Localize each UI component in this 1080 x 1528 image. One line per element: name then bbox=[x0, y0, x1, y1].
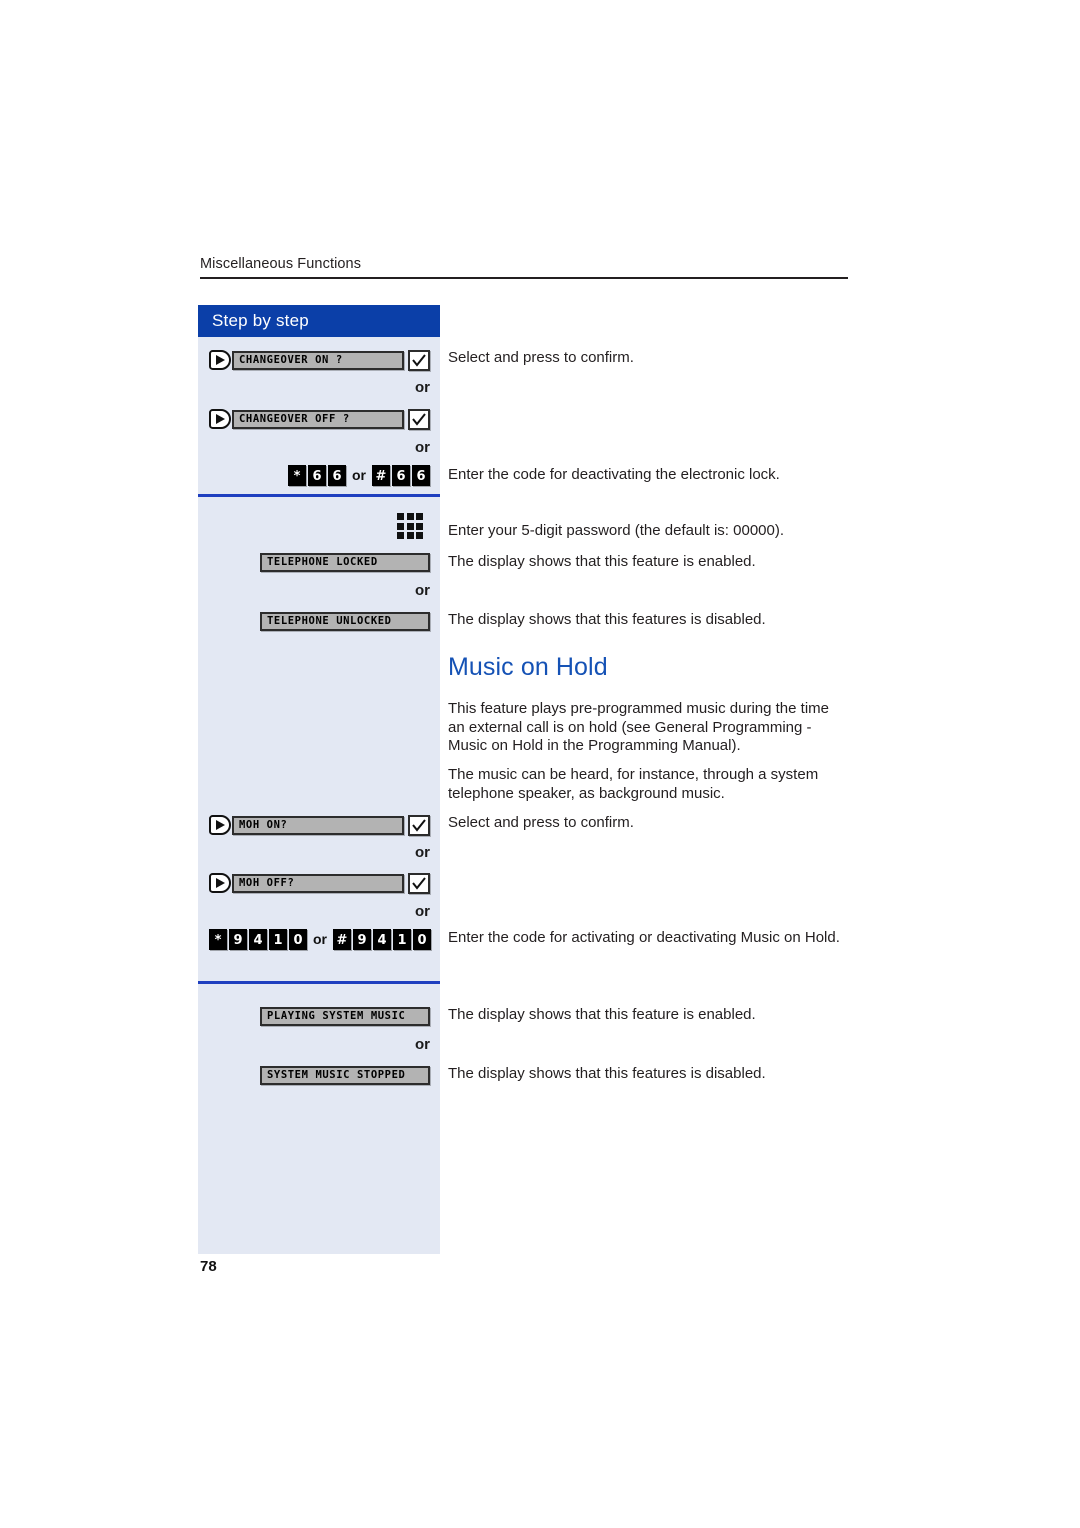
lcd-display-changeover-on: CHANGEOVER ON ? bbox=[232, 350, 404, 370]
or-connector-2: or bbox=[415, 439, 430, 456]
or-connector-6: or bbox=[415, 1036, 430, 1053]
text-stopped-note: The display shows that this features is … bbox=[448, 1065, 766, 1082]
or-connector-3: or bbox=[415, 582, 430, 599]
step-row-lock-code[interactable]: * 6 6 or # 6 6 bbox=[198, 463, 440, 487]
section-heading-music-on-hold: Music on Hold bbox=[448, 653, 608, 681]
navigation-rocker-icon[interactable] bbox=[209, 873, 231, 893]
step-row-telephone-unlocked: TELEPHONE UNLOCKED bbox=[198, 609, 440, 633]
ok-checkmark-key[interactable] bbox=[408, 814, 430, 836]
keycap-1a[interactable]: 1 bbox=[269, 928, 287, 950]
keypad-cell bbox=[406, 522, 414, 530]
lcd-display-moh-off: MOH OFF? bbox=[232, 873, 404, 893]
step-row-moh-off[interactable]: MOH OFF? bbox=[198, 870, 440, 896]
text-confirm-2: Select and press to confirm. bbox=[448, 814, 634, 831]
code-separator: or bbox=[313, 931, 327, 947]
navigation-rocker-icon[interactable] bbox=[209, 350, 231, 370]
step-by-step-title: Step by step bbox=[198, 305, 440, 337]
keypad-cell bbox=[397, 522, 404, 530]
navigation-rocker-icon[interactable] bbox=[209, 409, 231, 429]
or-connector-4: or bbox=[415, 844, 430, 861]
lcd-display-moh-on: MOH ON? bbox=[232, 815, 404, 835]
lcd-display-system-music-stopped: SYSTEM MUSIC STOPPED bbox=[260, 1065, 430, 1085]
text-confirm-1: Select and press to confirm. bbox=[448, 349, 634, 366]
text-unlocked-note: The display shows that this features is … bbox=[448, 611, 766, 628]
text-password: Enter your 5-digit password (the default… bbox=[448, 522, 785, 539]
keycap-9b[interactable]: 9 bbox=[353, 928, 371, 950]
keypad-cell bbox=[397, 532, 404, 539]
keycap-4a[interactable]: 4 bbox=[249, 928, 267, 950]
keycap-hash[interactable]: # bbox=[372, 464, 390, 486]
dial-code-moh[interactable]: * 9 4 1 0 or # 9 4 1 0 bbox=[209, 928, 431, 950]
keypad-cell bbox=[416, 532, 423, 539]
text-playing-note: The display shows that this feature is e… bbox=[448, 1006, 756, 1023]
checkmark-icon bbox=[412, 412, 426, 426]
keycap-6d[interactable]: 6 bbox=[412, 464, 430, 486]
step-row-moh-code[interactable]: * 9 4 1 0 or # 9 4 1 0 bbox=[198, 927, 440, 951]
ok-checkmark-key[interactable] bbox=[408, 408, 430, 430]
checkmark-icon bbox=[412, 353, 426, 367]
code-separator: or bbox=[352, 467, 366, 483]
page-number: 78 bbox=[200, 1258, 217, 1275]
lcd-display-playing-system-music: PLAYING SYSTEM MUSIC bbox=[260, 1006, 430, 1026]
step-row-moh-on[interactable]: MOH ON? bbox=[198, 812, 440, 838]
paragraph-moh-description: This feature plays pre-programmed music … bbox=[448, 700, 829, 754]
keypad-cell bbox=[416, 513, 423, 520]
keypad-3x3-icon[interactable] bbox=[397, 513, 423, 539]
text-moh-code: Enter the code for activating or deactiv… bbox=[448, 929, 840, 946]
step-row-changeover-on[interactable]: CHANGEOVER ON ? bbox=[198, 347, 440, 373]
keycap-0b[interactable]: 0 bbox=[413, 928, 431, 950]
keycap-6a[interactable]: 6 bbox=[308, 464, 326, 486]
section-divider-1 bbox=[198, 494, 440, 497]
or-connector-1: or bbox=[415, 379, 430, 396]
keycap-1b[interactable]: 1 bbox=[393, 928, 411, 950]
lcd-display-telephone-unlocked: TELEPHONE UNLOCKED bbox=[260, 611, 430, 631]
step-row-system-music-stopped: SYSTEM MUSIC STOPPED bbox=[198, 1063, 440, 1087]
keycap-6c[interactable]: 6 bbox=[392, 464, 410, 486]
dial-code-lock[interactable]: * 6 6 or # 6 6 bbox=[288, 464, 430, 486]
step-row-changeover-off[interactable]: CHANGEOVER OFF ? bbox=[198, 406, 440, 432]
keycap-4b[interactable]: 4 bbox=[373, 928, 391, 950]
keycap-hash[interactable]: # bbox=[333, 928, 351, 950]
step-by-step-panel: Step by step CHANGEOVER ON ? or CHANGEOV… bbox=[198, 305, 440, 1254]
lcd-display-telephone-locked: TELEPHONE LOCKED bbox=[260, 552, 430, 572]
keycap-star[interactable]: * bbox=[288, 464, 306, 486]
section-divider-2 bbox=[198, 981, 440, 984]
running-head-text: Miscellaneous Functions bbox=[200, 256, 362, 272]
keycap-6b[interactable]: 6 bbox=[328, 464, 346, 486]
keypad-cell bbox=[416, 522, 423, 530]
or-connector-5: or bbox=[415, 903, 430, 920]
keycap-star[interactable]: * bbox=[209, 928, 227, 950]
navigation-rocker-icon[interactable] bbox=[209, 815, 231, 835]
header-rule bbox=[200, 277, 848, 279]
text-lock-code: Enter the code for deactivating the elec… bbox=[448, 466, 780, 483]
step-row-telephone-locked: TELEPHONE LOCKED bbox=[198, 550, 440, 574]
keypad-cell bbox=[406, 513, 414, 520]
keycap-9a[interactable]: 9 bbox=[229, 928, 247, 950]
checkmark-icon bbox=[412, 876, 426, 890]
paragraph-moh-speaker: The music can be heard, for instance, th… bbox=[448, 766, 819, 802]
ok-checkmark-key[interactable] bbox=[408, 349, 430, 371]
text-locked-note: The display shows that this feature is e… bbox=[448, 553, 756, 570]
lcd-display-changeover-off: CHANGEOVER OFF ? bbox=[232, 409, 404, 429]
running-header: Miscellaneous Functions bbox=[200, 255, 848, 279]
step-row-playing-system-music: PLAYING SYSTEM MUSIC bbox=[198, 1004, 440, 1028]
keycap-0a[interactable]: 0 bbox=[289, 928, 307, 950]
checkmark-icon bbox=[412, 818, 426, 832]
keypad-cell bbox=[406, 532, 414, 539]
ok-checkmark-key[interactable] bbox=[408, 872, 430, 894]
step-row-password-keypad[interactable] bbox=[198, 511, 440, 541]
keypad-cell bbox=[397, 513, 404, 520]
